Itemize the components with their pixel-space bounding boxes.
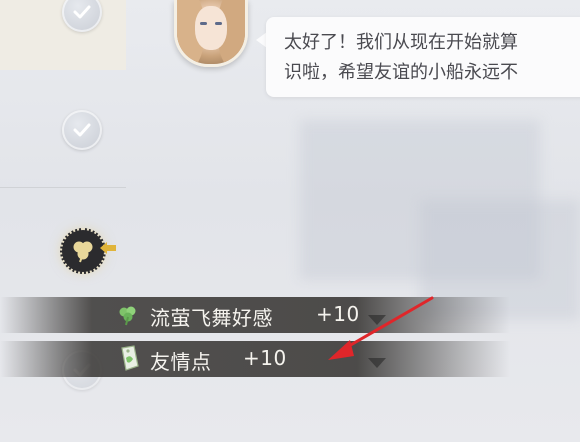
friendship-tag-icon — [121, 345, 139, 371]
game-scene: 太好了！我们从现在开始就算 识啦，希望友谊的小船永远不 流萤飞舞好感 +10 友… — [0, 0, 580, 442]
reward-amount: +10 — [243, 346, 287, 370]
dialogue-line-2: 识啦，希望友谊的小船永远不 — [284, 62, 518, 83]
arrow-left-icon — [100, 242, 116, 254]
dialogue-text: 太好了！我们从现在开始就算 识啦，希望友谊的小船永远不 — [284, 28, 580, 88]
dialogue-line-1: 太好了！我们从现在开始就算 — [284, 32, 518, 53]
character-avatar — [174, 0, 248, 67]
clover-icon — [73, 241, 93, 263]
timeline-divider — [0, 187, 126, 188]
check-icon — [73, 5, 91, 19]
timeline-node-completed[interactable] — [62, 110, 102, 150]
check-icon — [73, 123, 91, 137]
reward-name: 友情点 — [150, 350, 212, 374]
reward-name: 流萤飞舞好感 — [150, 306, 273, 330]
clover-icon — [119, 306, 136, 326]
annotation-arrow — [328, 296, 434, 360]
